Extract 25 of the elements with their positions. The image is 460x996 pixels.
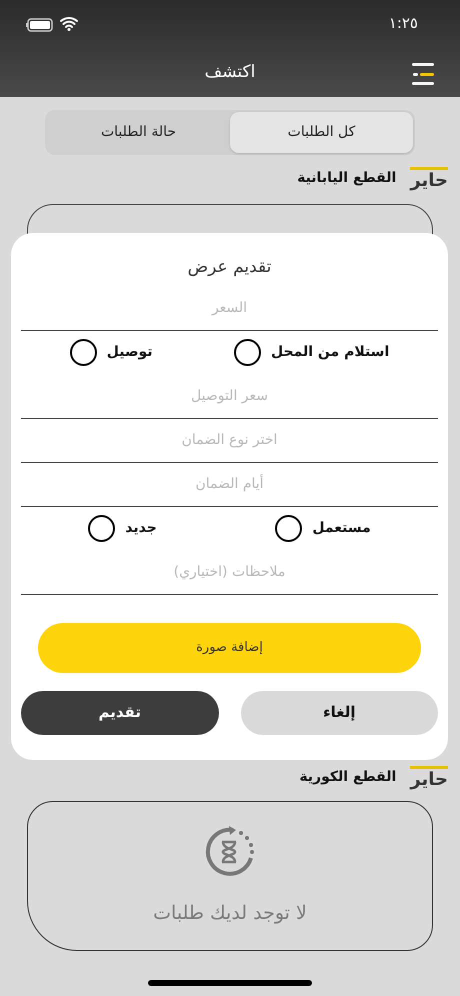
radio-button[interactable]: [88, 515, 116, 542]
radio-button[interactable]: [234, 339, 262, 366]
battery-icon: [26, 18, 54, 32]
radio-button[interactable]: [70, 339, 97, 366]
tab[interactable]: حالة الطلبات: [47, 112, 230, 153]
wifi-icon: [60, 16, 78, 31]
brand-logo: حاير: [410, 766, 448, 789]
radio-option[interactable]: استلام من المحل: [234, 339, 390, 366]
radio-option[interactable]: توصيل: [70, 339, 153, 366]
dialog-title: تقديم عرض: [186, 256, 272, 279]
section-title: القطع الكورية: [299, 768, 396, 787]
cancel-button[interactable]: إلغاء: [240, 690, 438, 734]
section-title: القطع اليابانية: [297, 169, 396, 188]
radio-button[interactable]: [275, 515, 302, 542]
radio-option[interactable]: مستعمل: [275, 515, 371, 542]
header-title: اكتشف: [204, 61, 256, 84]
hourglass-icon: [203, 824, 257, 879]
status-time: ١:٢٥: [388, 13, 418, 34]
radio-option[interactable]: جديد: [88, 515, 157, 542]
empty-message: لا توجد لديك طلبات: [153, 900, 307, 926]
tab[interactable]: كل الطلبات: [230, 112, 413, 153]
add-image-button[interactable]: إضافة صورة: [38, 622, 421, 672]
submit-button[interactable]: تقديم: [21, 690, 218, 734]
menu-icon[interactable]: [410, 63, 434, 85]
brand-logo: حاير: [410, 167, 448, 190]
